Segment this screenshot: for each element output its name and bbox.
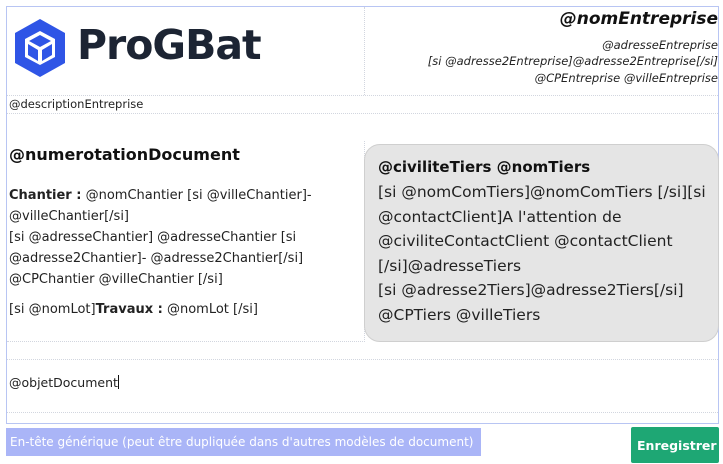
client-details: [si @nomComTiers]@nomComTiers [/si][si @… [378,183,706,275]
logo-cell[interactable]: ProGBat [7,7,365,95]
logo-text: ProGBat [77,21,262,69]
company-description-row[interactable]: @descriptionEntreprise [7,95,718,114]
site-address-line2: @CPChantier @villeChantier [/si] [9,272,223,287]
document-object-field[interactable]: @objetDocument [9,375,119,390]
site-block: Chantier : @nomChantier [si @villeChanti… [9,185,361,290]
company-info-cell[interactable]: @nomEntreprise @adresseEntreprise [si @a… [365,7,718,95]
client-lines: [si @nomComTiers]@nomComTiers [/si][si @… [378,180,713,327]
save-button[interactable]: Enregistrer [631,427,719,463]
company-address: @adresseEntreprise [602,38,718,52]
header-template-editor[interactable]: ProGBat @nomEntreprise @adresseEntrepris… [6,6,719,424]
company-description: @descriptionEntreprise [9,97,144,111]
document-number: @numerotationDocument [9,145,240,164]
company-postcode-city: @CPEntreprise @villeEntreprise [534,71,718,85]
document-info-cell[interactable]: @numerotationDocument Chantier : @nomCha… [7,141,365,342]
site-address-line1: [si @adresseChantier] @adresseChantier [… [9,230,304,266]
lot-prefix: [si @nomLot] [9,302,96,317]
text-caret [117,375,119,389]
generic-header-badge: En-tête générique (peut être dupliquée d… [6,428,481,456]
document-object-row[interactable]: @objetDocument [7,359,718,413]
company-name: @nomEntreprise [559,9,718,29]
company-address2: [si @adresse2Entreprise]@adresse2Entrepr… [427,54,718,68]
site-label: Chantier : [9,188,82,203]
site-line: Chantier : @nomChantier [si @villeChanti… [9,185,361,227]
client-address-box[interactable]: @civiliteTiers @nomTiers [si @nomComTier… [364,144,719,342]
progbat-cube-icon [15,19,65,77]
header-row: ProGBat @nomEntreprise @adresseEntrepris… [7,7,718,96]
lot-text: @nomLot [/si] [162,302,258,317]
client-title: @civiliteTiers @nomTiers [378,158,591,176]
client-postcode-city: @CPTiers @villeTiers [378,305,541,324]
client-address2: [si @adresse2Tiers]@adresse2Tiers[/si] [378,281,684,299]
document-object-text: @objetDocument [9,375,118,390]
lot-label: Travaux : [95,302,163,317]
lot-line: [si @nomLot]Travaux : @nomLot [/si] [9,299,361,320]
